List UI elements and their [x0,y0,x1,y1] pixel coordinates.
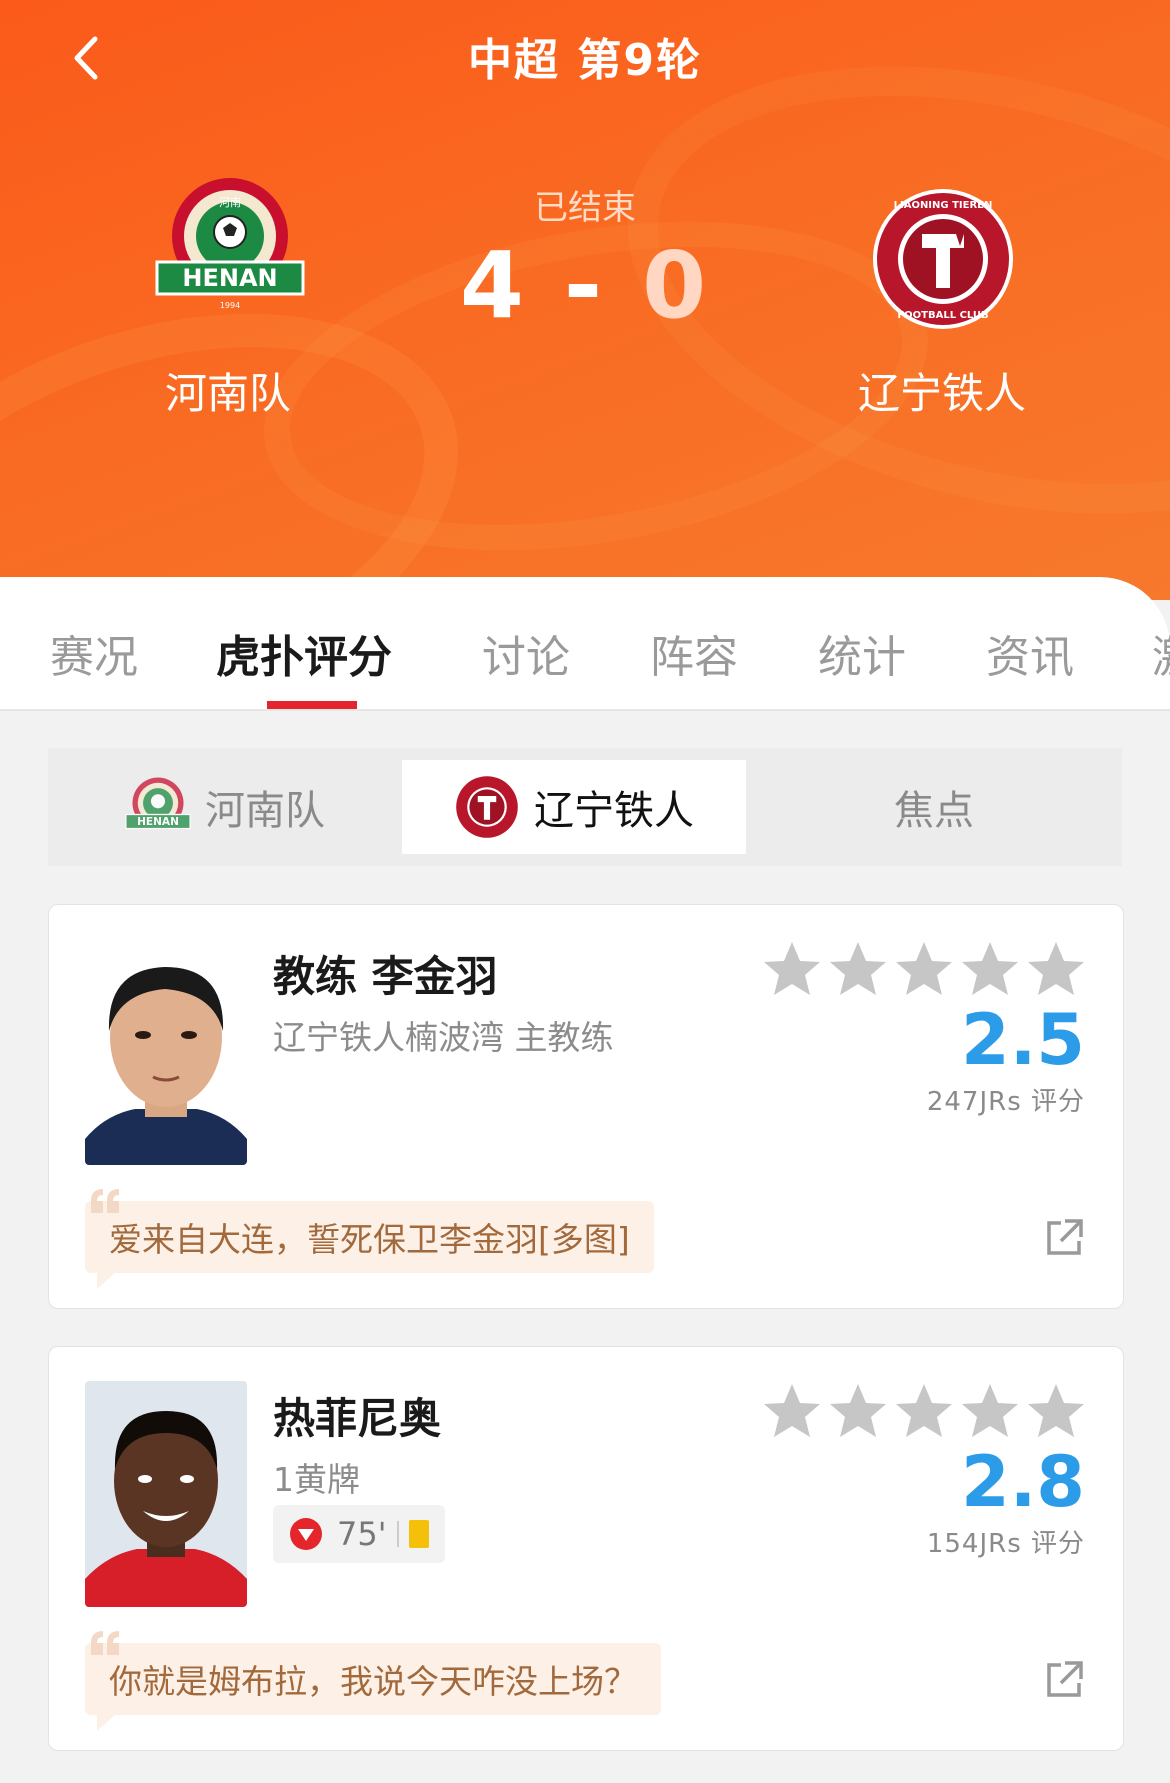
yellow-card-icon [408,1520,429,1548]
bubble-tail [97,1271,117,1289]
star-rating[interactable] [761,939,1091,1001]
star-rating[interactable] [761,1381,1091,1443]
away-team-logo[interactable]: LIAONING TIEREN FOOTBALL CLUB [868,184,1018,334]
home-team-logo[interactable]: 河南 HENAN 1994 [155,170,305,320]
henan-logo-icon: HENAN [125,777,191,830]
top-comment[interactable]: 爱来自大连，誓死保卫李金羽[多图] [85,1189,654,1289]
star-icon [1028,1384,1084,1437]
player-name: 热菲尼奥 [273,1394,442,1443]
svg-text:LIAONING TIEREN: LIAONING TIEREN [894,200,993,211]
switch-henan[interactable]: HENAN 河南队 [48,760,402,854]
tab-stats[interactable]: 统计 [818,621,906,685]
rating-votes: 154JRs 评分 [926,1529,1085,1559]
switch-tieren[interactable]: 辽宁铁人 [402,760,746,854]
tab-bar: 赛况 虎扑评分 讨论 阵容 统计 资讯 激 [0,577,1170,711]
score-separator: - [563,232,607,339]
tab-hupu-rating[interactable]: 虎扑评分 [216,621,392,685]
star-icon [830,1384,886,1437]
henan-logo-icon: 河南 HENAN 1994 [155,178,305,310]
player-subtitle: 1黄牌 [273,1460,360,1499]
svg-text:FOOTBALL CLUB: FOOTBALL CLUB [897,310,988,321]
home-score: 4 [459,232,528,339]
star-icon [896,1384,952,1437]
match-header: 中超 第9轮 已结束 4 - 0 河南 HENAN 1994 河南队 LIAON… [0,0,1170,600]
substitution-out-icon [290,1518,322,1550]
star-icon [1028,942,1084,995]
comment-text: 你就是姆布拉，我说今天咋没上场？ [109,1662,637,1701]
star-icon [896,942,952,995]
tab-lineup[interactable]: 阵容 [650,621,738,685]
switch-label: 河南队 [205,788,325,834]
tieren-logo-icon: LIAONING TIEREN FOOTBALL CLUB [873,189,1013,329]
rating-score: 2.8 [960,1441,1085,1523]
divider [396,1521,399,1547]
page-title: 中超 第9轮 [468,35,702,86]
rating-votes: 247JRs 评分 [926,1087,1085,1117]
switch-label: 辽宁铁人 [534,788,694,834]
share-icon[interactable] [1043,1659,1085,1701]
team-switch: HENAN 河南队 辽宁铁人 焦点 [48,748,1122,866]
avatar [85,1381,247,1607]
svg-text:河南: 河南 [219,196,241,209]
tab-news[interactable]: 资讯 [986,621,1074,685]
match-events: 75' [273,1505,445,1563]
avatar [85,939,247,1165]
switch-focus[interactable]: 焦点 [746,760,1122,854]
home-team-name[interactable]: 河南队 [78,360,378,421]
share-icon[interactable] [1043,1217,1085,1259]
svg-text:1994: 1994 [220,301,240,310]
switch-label: 焦点 [894,788,974,834]
quote-icon [91,1631,119,1655]
player-subtitle: 辽宁铁人楠波湾 主教练 [273,1018,614,1057]
comment-text: 爱来自大连，誓死保卫李金羽[多图] [109,1220,630,1259]
top-comment[interactable]: 你就是姆布拉，我说今天咋没上场？ [85,1631,661,1731]
star-icon [764,942,820,995]
away-score: 0 [642,232,711,339]
tab-more[interactable]: 激 [1152,621,1170,685]
bubble-tail [97,1713,117,1731]
star-icon [830,942,886,995]
event-minute: 75' [337,1515,387,1553]
tieren-logo-icon [456,776,518,838]
active-tab-indicator [267,701,357,709]
player-name: 教练 李金羽 [273,952,498,1001]
rating-card[interactable]: 热菲尼奥 1黄牌 75' 2.8 154JRs 评分 你就是姆布拉，我说今天咋没… [48,1346,1124,1751]
star-icon [962,942,1018,995]
svg-text:HENAN: HENAN [182,264,277,292]
star-icon [962,1384,1018,1437]
tab-discussion[interactable]: 讨论 [482,621,570,685]
quote-icon [91,1189,119,1213]
tab-match[interactable]: 赛况 [50,621,138,685]
star-icon [764,1384,820,1437]
away-team-name[interactable]: 辽宁铁人 [792,360,1092,421]
rating-card[interactable]: 教练 李金羽 辽宁铁人楠波湾 主教练 2.5 247JRs 评分 爱来自大连，誓… [48,904,1124,1309]
rating-score: 2.5 [960,999,1085,1081]
svg-text:HENAN: HENAN [137,816,179,828]
